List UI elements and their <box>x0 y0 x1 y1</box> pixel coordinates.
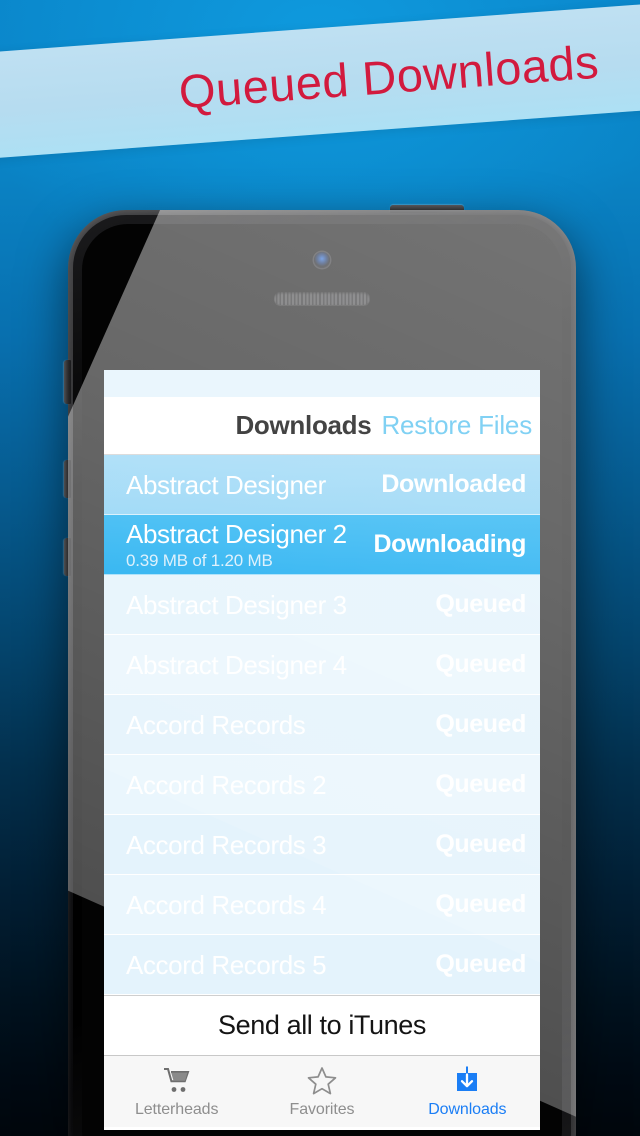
download-row[interactable]: Abstract Designer 3 Queued <box>104 575 540 635</box>
download-item-name: Accord Records 4 <box>126 889 327 920</box>
status-bar <box>104 370 540 397</box>
download-status-badge: Queued <box>435 650 526 678</box>
download-row[interactable]: Abstract Designer 4 Queued <box>104 635 540 695</box>
page-title: Downloads <box>235 410 372 440</box>
download-row[interactable]: Accord Records 3 Queued <box>104 815 540 875</box>
download-row-text: Accord Records 2 <box>126 772 435 798</box>
download-row-text: Abstract Designer 3 <box>126 592 435 618</box>
screenshot-stage: Queued Downloads Downloads Restore Files… <box>0 0 640 1136</box>
download-item-name: Accord Records 2 <box>126 769 327 800</box>
send-all-to-itunes-label: Send all to iTunes <box>218 1010 426 1040</box>
download-item-name: Abstract Designer <box>126 469 326 500</box>
restore-files-button[interactable]: Restore Files <box>381 410 532 441</box>
earpiece-speaker-icon <box>274 292 370 305</box>
tab-favorites[interactable]: Favorites <box>249 1056 394 1127</box>
download-status-badge: Queued <box>435 890 526 918</box>
download-status-badge: Queued <box>435 590 526 618</box>
download-status-badge: Downloading <box>373 530 526 558</box>
downloads-list: Abstract Designer Downloaded Abstract Desi… <box>104 455 540 995</box>
front-camera-icon <box>314 252 330 268</box>
download-row[interactable]: Accord Records Queued <box>104 695 540 755</box>
download-item-name: Abstract Designer 4 <box>126 649 347 680</box>
volume-down-button[interactable] <box>64 538 71 576</box>
download-row[interactable]: Accord Records 5 Queued <box>104 935 540 995</box>
send-all-to-itunes-button[interactable]: Send all to iTunes <box>104 995 540 1055</box>
tab-bar: Letterheads Favorites Downloads <box>104 1055 540 1127</box>
download-status-badge: Queued <box>435 710 526 738</box>
promo-banner-text-wrap: Queued Downloads <box>0 0 640 162</box>
promo-banner-title: Queued Downloads <box>176 34 601 118</box>
app-screen: Downloads Restore Files Abstract Designe… <box>104 370 540 1130</box>
navigation-bar: Downloads Restore Files <box>104 397 540 455</box>
download-row-text: Accord Records 3 <box>126 832 435 858</box>
download-status-badge: Queued <box>435 830 526 858</box>
download-item-name: Accord Records 3 <box>126 829 327 860</box>
shopping-cart-icon <box>162 1064 192 1096</box>
download-row-text: Abstract Designer 4 <box>126 652 435 678</box>
tab-downloads[interactable]: Downloads <box>395 1056 540 1127</box>
download-row-text: Abstract Designer 2 0.39 MB of 1.20 MB <box>126 521 373 569</box>
power-button[interactable] <box>390 205 464 213</box>
download-status-badge: Queued <box>435 770 526 798</box>
download-item-name: Abstract Designer 3 <box>126 589 347 620</box>
mute-switch-button[interactable] <box>64 360 71 404</box>
download-item-name: Accord Records 5 <box>126 949 327 980</box>
download-row[interactable]: Accord Records 2 Queued <box>104 755 540 815</box>
download-row-text: Accord Records 4 <box>126 892 435 918</box>
download-row-text: Accord Records <box>126 712 435 738</box>
download-row-text: Abstract Designer <box>126 472 381 498</box>
download-item-name: Abstract Designer 2 <box>126 518 347 549</box>
volume-up-button[interactable] <box>64 460 71 498</box>
tab-label: Downloads <box>428 1101 507 1118</box>
download-row[interactable]: Accord Records 4 Queued <box>104 875 540 935</box>
download-status-badge: Downloaded <box>381 470 526 498</box>
tab-label: Letterheads <box>134 1101 219 1118</box>
download-item-name: Accord Records <box>126 709 306 740</box>
tab-label: Favorites <box>289 1101 355 1118</box>
download-row-text: Accord Records 5 <box>126 952 435 978</box>
star-icon <box>307 1064 337 1096</box>
download-row[interactable]: Abstract Designer Downloaded <box>104 455 540 515</box>
tab-letterheads[interactable]: Letterheads <box>104 1056 249 1127</box>
download-row[interactable]: Abstract Designer 2 0.39 MB of 1.20 MB Dow… <box>104 515 540 575</box>
download-status-badge: Queued <box>435 950 526 978</box>
download-box-icon <box>452 1064 482 1096</box>
download-progress-text: 0.39 MB of 1.20 MB <box>126 550 273 570</box>
